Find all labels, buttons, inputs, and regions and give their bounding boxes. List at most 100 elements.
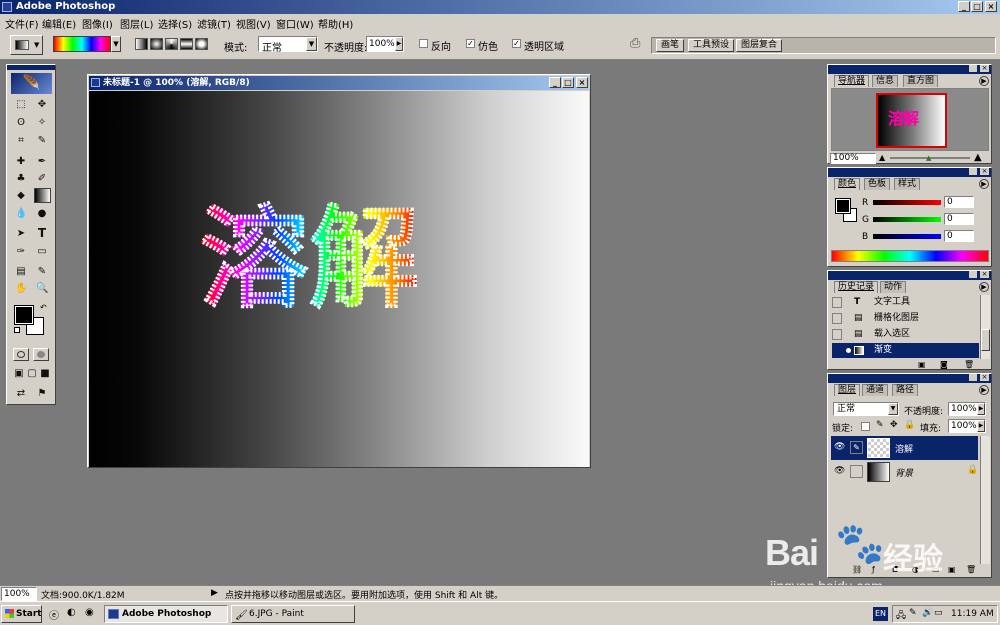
navigator-zoom-slider[interactable]: ▲ (890, 154, 970, 162)
linear-gradient-button[interactable] (135, 38, 148, 50)
doc-maximize-button[interactable]: □ (562, 77, 574, 88)
tab-history[interactable]: 历史记录 (834, 281, 879, 293)
navigator-menu-button[interactable]: ▶ (979, 76, 989, 86)
layer-row[interactable]: 👁 背景 🔒 (831, 460, 978, 484)
zoom-in-icon[interactable]: ▲ (974, 152, 982, 163)
history-menu-button[interactable]: ▶ (979, 282, 989, 292)
document-title-bar[interactable]: 未标题-1 @ 100% (溶解, RGB/8) _ □ × (89, 76, 589, 90)
notes-tool-icon[interactable]: ▤ (15, 266, 27, 278)
menu-window[interactable]: 窗口(W) (276, 16, 314, 31)
menu-layer[interactable]: 图层(L) (120, 16, 153, 31)
menu-filter[interactable]: 滤镜(T) (197, 16, 231, 31)
palette-well-tab-layer-comps[interactable]: 图层复合 (736, 39, 783, 52)
blend-mode-select[interactable]: 正常 ▼ (833, 402, 899, 416)
history-scrollbar[interactable] (980, 295, 990, 359)
navigator-preview[interactable]: 溶解 (831, 88, 989, 151)
navigator-view-box[interactable]: 溶解 (876, 93, 947, 148)
start-button[interactable]: Start (1, 605, 42, 623)
media-player-icon[interactable]: ◉ (85, 607, 94, 618)
volume-icon[interactable]: 🔊 (922, 608, 933, 618)
tab-info[interactable]: 信息 (872, 75, 899, 87)
network-icon[interactable]: 🖧 (896, 608, 906, 624)
standard-mode-button[interactable] (13, 348, 29, 361)
color-menu-button[interactable]: ▶ (979, 179, 989, 189)
gradient-picker-arrow[interactable]: ▼ (111, 36, 121, 52)
eye-icon[interactable]: 👁 (834, 466, 845, 476)
browser-icon[interactable]: ◐ (67, 607, 76, 618)
screen-mode-full-icon[interactable]: ■ (39, 368, 51, 380)
doc-close-button[interactable]: × (576, 77, 588, 88)
history-item[interactable]: T 文字工具 (832, 295, 979, 310)
layers-title-bar[interactable]: × (828, 374, 991, 383)
zoom-tool-icon[interactable]: 🔍 (36, 283, 48, 295)
clock[interactable]: 11:19 AM (951, 609, 994, 619)
feather-logo-icon[interactable]: 🪶 (11, 73, 52, 94)
history-title-bar[interactable]: × (828, 271, 991, 280)
history-item[interactable]: ▤ 载入选区 (832, 327, 979, 342)
tab-swatches[interactable]: 色板 (864, 178, 891, 190)
radial-gradient-button[interactable] (150, 38, 163, 50)
move-tool-icon[interactable]: ✥ (36, 99, 48, 111)
jump-to-imageready-icon[interactable]: ⇄ (15, 388, 27, 400)
trash-icon[interactable]: 🗑 (964, 360, 974, 369)
menu-select[interactable]: 选择(S) (158, 16, 192, 31)
g-field[interactable]: 0 (944, 213, 974, 225)
color-title-bar[interactable]: × (828, 168, 991, 177)
maximize-button[interactable]: □ (971, 1, 983, 12)
zoom-out-icon[interactable]: ▲ (879, 153, 885, 162)
layer-row-active[interactable]: 👁 ✎ 溶解 (831, 436, 978, 460)
palette-well-tab-tool-presets[interactable]: 工具预设 (688, 39, 735, 52)
transparency-checkbox[interactable]: ✓ (512, 39, 521, 48)
tab-navigator[interactable]: 导航器 (834, 75, 870, 87)
layer-link-box[interactable] (850, 465, 863, 478)
brush-tool-icon[interactable]: ✒ (36, 156, 48, 168)
clone-stamp-icon[interactable]: ♣ (15, 173, 27, 185)
gradient-picker[interactable] (53, 36, 111, 52)
layers-menu-button[interactable]: ▶ (979, 385, 989, 395)
close-button[interactable]: × (985, 1, 997, 12)
new-document-from-state-icon[interactable]: ▣ (918, 360, 926, 369)
navigator-title-bar[interactable]: × (828, 65, 991, 74)
r-field[interactable]: 0 (944, 196, 974, 208)
magic-wand-icon[interactable]: ✧ (36, 117, 48, 129)
lock-all-icon[interactable]: 🔒 (904, 420, 915, 430)
monitor-icon[interactable]: ▭ (934, 608, 943, 618)
screen-mode-full-menu-icon[interactable]: ▢ (26, 368, 38, 380)
crop-tool-icon[interactable]: ⌗ (15, 135, 27, 147)
imageready-icon[interactable]: ⚑ (36, 388, 48, 400)
ie-icon[interactable]: ⓔ (49, 607, 59, 622)
layer-opacity-field[interactable]: 100% ▶ (948, 402, 986, 416)
dither-checkbox[interactable]: ✓ (466, 39, 475, 48)
status-menu-arrow-icon[interactable]: ▶ (211, 588, 218, 598)
eye-icon[interactable]: 👁 (834, 442, 845, 452)
foreground-color-swatch[interactable] (14, 305, 34, 325)
brush-link-icon[interactable]: ✎ (850, 441, 863, 454)
menu-help[interactable]: 帮助(H) (318, 16, 353, 31)
eraser-tool-icon[interactable]: ◆ (15, 190, 27, 202)
reflected-gradient-button[interactable] (180, 38, 193, 50)
angle-gradient-button[interactable] (165, 38, 178, 50)
tab-channels[interactable]: 通道 (862, 384, 889, 396)
opacity-field[interactable]: 100% ▶ (366, 36, 404, 52)
r-slider[interactable] (873, 200, 941, 205)
tool-preset-picker[interactable]: ▼ (10, 35, 43, 55)
history-item[interactable]: ▤ 栅格化图层 (832, 311, 979, 326)
tab-paths[interactable]: 路径 (892, 384, 919, 396)
tab-actions[interactable]: 动作 (880, 281, 907, 293)
fill-field[interactable]: 100% ▶ (948, 419, 986, 433)
lasso-tool-icon[interactable]: ʘ (15, 117, 27, 129)
eyedropper-icon[interactable]: ✎ (36, 266, 48, 278)
type-tool-icon[interactable]: T (36, 227, 48, 239)
default-colors-icon[interactable] (14, 327, 20, 333)
menu-edit[interactable]: 编辑(E) (42, 16, 76, 31)
b-field[interactable]: 0 (944, 230, 974, 242)
new-snapshot-icon[interactable]: ◙ (940, 360, 948, 369)
minimize-button[interactable]: _ (958, 1, 970, 12)
task-photoshop[interactable]: Adobe Photoshop (104, 605, 228, 623)
file-browser-icon[interactable]: ⎙ (630, 36, 646, 52)
history-item-active[interactable]: 渐变 (832, 343, 979, 358)
marquee-tool-icon[interactable]: ⬚ (15, 99, 27, 111)
path-selection-icon[interactable]: ➤ (15, 228, 27, 240)
document-canvas[interactable]: 溶解 (89, 91, 589, 467)
g-slider[interactable] (873, 217, 941, 222)
